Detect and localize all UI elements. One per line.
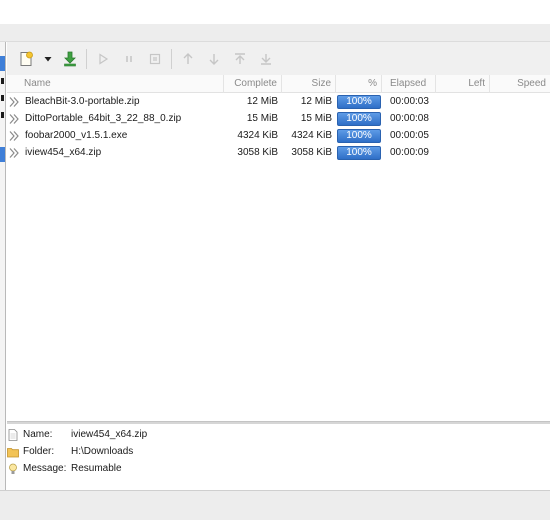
- move-top-icon: [235, 52, 245, 64]
- download-details-panel: Name: iview454_x64.zip Folder: H:\Downlo…: [7, 424, 550, 490]
- completed-status-icon: [9, 147, 19, 158]
- new-download-button[interactable]: [13, 47, 39, 71]
- column-header-elapsed[interactable]: Elapsed: [382, 75, 436, 93]
- start-button[interactable]: [90, 47, 116, 71]
- toolbar-separator: [86, 48, 87, 69]
- download-row[interactable]: foobar2000_v1.5.1.exe 4324 KiB 4324 KiB …: [7, 127, 550, 144]
- sidebar-item-marker[interactable]: [1, 95, 4, 101]
- detail-name-value: iview454_x64.zip: [71, 429, 148, 440]
- move-up-button[interactable]: [175, 47, 201, 71]
- download-name: BleachBit-3.0-portable.zip: [25, 96, 140, 107]
- download-complete: 4324 KiB: [237, 130, 278, 141]
- detail-name-label: Name:: [23, 429, 53, 440]
- download-row[interactable]: BleachBit-3.0-portable.zip 12 MiB 12 MiB…: [7, 93, 550, 110]
- move-bottom-button[interactable]: [253, 47, 279, 71]
- move-up-icon: [183, 52, 193, 64]
- download-elapsed: 00:00:08: [390, 113, 429, 124]
- column-header-percent[interactable]: %: [336, 75, 382, 93]
- sidebar-selection[interactable]: [0, 147, 5, 162]
- start-icon: [99, 52, 109, 65]
- column-header-size[interactable]: Size: [282, 75, 336, 93]
- progress-bar: 100%: [337, 111, 381, 126]
- window-top-band: [0, 24, 550, 42]
- download-size: 15 MiB: [300, 113, 332, 124]
- download-progress: 100%: [336, 111, 382, 126]
- download-name: iview454_x64.zip: [25, 147, 102, 158]
- download-size: 4324 KiB: [291, 130, 332, 141]
- download-size: 3058 KiB: [291, 147, 332, 158]
- sidebar-item-marker[interactable]: [1, 78, 4, 84]
- pause-button[interactable]: [116, 47, 142, 71]
- column-header-name[interactable]: Name: [7, 75, 224, 93]
- toolbar-separator: [171, 48, 172, 69]
- file-icon: [8, 428, 18, 441]
- move-bottom-icon: [261, 53, 271, 65]
- new-download-icon: [20, 51, 33, 66]
- download-name-cell: iview454_x64.zip: [7, 147, 224, 159]
- download-complete: 15 MiB: [246, 113, 278, 124]
- status-bar: [0, 490, 550, 520]
- download-button[interactable]: [57, 47, 83, 71]
- detail-folder-label: Folder:: [23, 446, 55, 457]
- sidebar-item-marker[interactable]: [1, 112, 4, 118]
- progress-bar: 100%: [337, 94, 381, 109]
- progress-bar: 100%: [337, 128, 381, 143]
- category-sidebar-edge: [0, 42, 6, 492]
- download-name: foobar2000_v1.5.1.exe: [25, 130, 128, 141]
- download-complete: 3058 KiB: [237, 147, 278, 158]
- download-icon: [64, 51, 76, 66]
- download-elapsed: 00:00:09: [390, 147, 429, 158]
- progress-bar: 100%: [337, 145, 381, 160]
- sidebar-selection[interactable]: [0, 56, 5, 71]
- window-top-area: [0, 0, 550, 24]
- download-list-header: Name Complete Size % Elapsed Left Speed: [7, 75, 550, 93]
- download-complete: 12 MiB: [246, 96, 278, 107]
- detail-message-label: Message:: [23, 463, 67, 474]
- stop-icon: [149, 53, 161, 64]
- column-header-complete[interactable]: Complete: [224, 75, 282, 93]
- completed-status-icon: [9, 130, 19, 141]
- move-top-button[interactable]: [227, 47, 253, 71]
- download-name-cell: foobar2000_v1.5.1.exe: [7, 130, 224, 142]
- download-progress: 100%: [336, 128, 382, 143]
- pause-icon: [126, 55, 132, 62]
- download-size: 12 MiB: [300, 96, 332, 107]
- folder-icon: [7, 447, 19, 457]
- detail-name-row: Name: iview454_x64.zip: [7, 426, 550, 443]
- download-row[interactable]: iview454_x64.zip 3058 KiB 3058 KiB 100% …: [7, 144, 550, 161]
- column-header-speed[interactable]: Speed: [490, 75, 550, 93]
- download-row[interactable]: DittoPortable_64bit_3_22_88_0.zip 15 MiB…: [7, 110, 550, 127]
- toolbar: [7, 42, 550, 75]
- download-elapsed: 00:00:03: [390, 96, 429, 107]
- new-download-menu-button[interactable]: [39, 47, 57, 71]
- download-name-cell: DittoPortable_64bit_3_22_88_0.zip: [7, 113, 224, 125]
- detail-message-row: Message: Resumable: [7, 460, 550, 477]
- completed-status-icon: [9, 96, 19, 107]
- detail-folder-row: Folder: H:\Downloads: [7, 443, 550, 460]
- detail-message-value: Resumable: [71, 463, 122, 474]
- stop-button[interactable]: [142, 47, 168, 71]
- move-down-button[interactable]: [201, 47, 227, 71]
- completed-status-icon: [9, 113, 19, 124]
- move-down-icon: [209, 53, 219, 65]
- download-progress: 100%: [336, 145, 382, 160]
- column-header-left[interactable]: Left: [436, 75, 490, 93]
- download-name-cell: BleachBit-3.0-portable.zip: [7, 96, 224, 108]
- detail-folder-value[interactable]: H:\Downloads: [71, 446, 133, 457]
- download-name: DittoPortable_64bit_3_22_88_0.zip: [25, 113, 182, 124]
- dropdown-arrow-icon: [44, 56, 52, 61]
- download-progress: 100%: [336, 94, 382, 109]
- download-list: BleachBit-3.0-portable.zip 12 MiB 12 MiB…: [7, 93, 550, 421]
- lightbulb-icon: [9, 463, 17, 474]
- download-elapsed: 00:00:05: [390, 130, 429, 141]
